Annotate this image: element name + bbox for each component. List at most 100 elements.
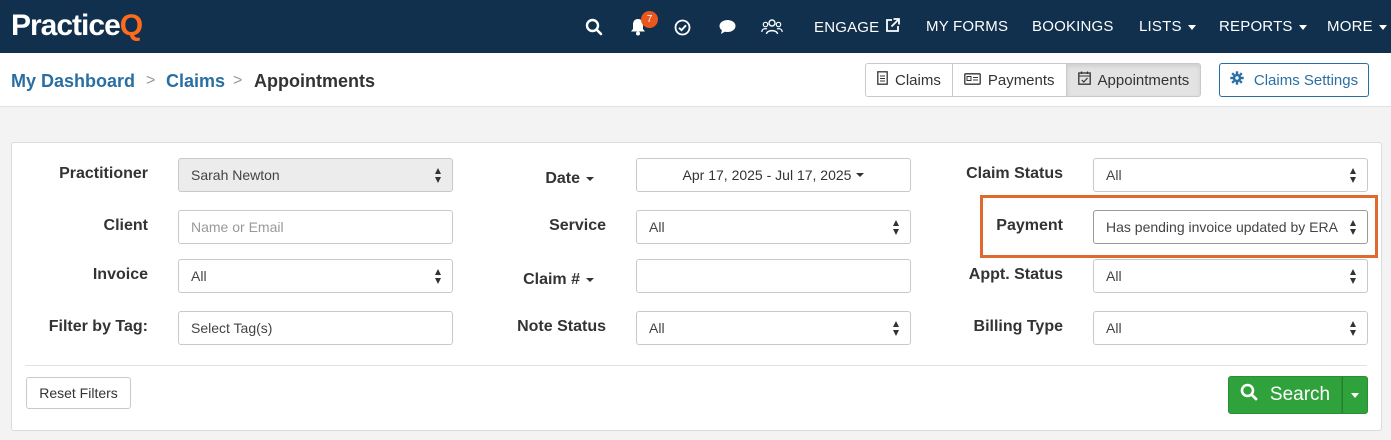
notification-badge: 7 [641, 11, 658, 28]
filter-by-tag-label: Filter by Tag: [48, 318, 148, 335]
appt-status-label: Appt. Status [968, 266, 1063, 283]
top-navbar: PracticeQ 7 ENGAGE MY FORMS BOOKINGS LIS… [0, 0, 1391, 53]
select-arrows-icon [1350, 168, 1357, 183]
tab-payments[interactable]: Payments [952, 64, 1067, 96]
select-arrows-icon [1350, 220, 1357, 235]
tab-payments-label: Payments [987, 71, 1055, 89]
billing-type-label: Billing Type [973, 318, 1063, 335]
tab-claims[interactable]: Claims [866, 64, 953, 96]
nav-engage-label: ENGAGE [814, 19, 880, 36]
invoice-label: Invoice [92, 266, 148, 283]
chevron-down-icon [1378, 25, 1387, 30]
appt-status-value: All [1106, 268, 1122, 284]
breadcrumb-claims[interactable]: Claims [166, 71, 225, 91]
date-range-value: Apr 17, 2025 - Jul 17, 2025 [682, 167, 852, 183]
nav-more-label: MORE [1327, 18, 1373, 35]
gear-icon [1230, 71, 1244, 89]
select-arrows-icon [1350, 269, 1357, 284]
select-arrows-icon [893, 220, 900, 235]
nav-lists-label: LISTS [1139, 18, 1182, 35]
invoice-value: All [191, 268, 207, 284]
service-select[interactable]: All [636, 210, 911, 244]
chat-icon[interactable] [715, 15, 739, 39]
chevron-down-icon [1351, 393, 1359, 398]
tab-claims-label: Claims [895, 71, 941, 89]
note-status-value: All [649, 320, 665, 336]
external-link-icon [885, 18, 901, 38]
practitioner-label: Practitioner [59, 165, 148, 182]
search-label: Search [1269, 384, 1331, 405]
payment-label: Payment [996, 217, 1063, 234]
search-icon [1240, 383, 1258, 407]
note-status-label: Note Status [517, 318, 606, 335]
claim-number-label-text: Claim # [523, 271, 580, 288]
search-options-toggle[interactable] [1342, 376, 1368, 414]
breadcrumb-separator: > [146, 72, 156, 89]
claim-status-label: Claim Status [966, 165, 1063, 182]
claims-settings-label: Claims Settings [1253, 71, 1359, 89]
claim-number-label[interactable]: Claim # [480, 271, 594, 289]
claims-settings-button[interactable]: Claims Settings [1219, 63, 1369, 97]
payment-card-icon [963, 72, 981, 89]
nav-my-forms-label: MY FORMS [926, 18, 1009, 35]
nav-bookings-label: BOOKINGS [1032, 18, 1114, 35]
select-arrows-icon [435, 269, 442, 284]
billing-type-select[interactable]: All [1093, 311, 1368, 345]
claim-number-input[interactable] [636, 259, 911, 293]
search-button[interactable]: Search [1228, 376, 1342, 414]
tab-appointments-label: Appointments [1097, 71, 1190, 89]
select-arrows-icon [435, 168, 442, 183]
logo-q: Q [119, 9, 143, 42]
team-icon[interactable] [760, 15, 784, 39]
appt-status-select[interactable]: All [1093, 259, 1368, 293]
view-tabs: Claims Payments Appointments [865, 63, 1202, 97]
date-label-text: Date [545, 170, 580, 187]
reset-filters-button[interactable]: Reset Filters [26, 377, 131, 409]
reset-filters-label: Reset Filters [39, 385, 118, 401]
caret-down-icon [586, 278, 594, 282]
client-placeholder: Name or Email [191, 219, 284, 235]
document-icon [877, 71, 888, 89]
practitioner-value: Sarah Newton [191, 167, 280, 183]
tag-placeholder: Select Tag(s) [191, 320, 273, 336]
payment-value: Has pending invoice updated by ERA [1106, 219, 1338, 235]
select-arrows-icon [893, 321, 900, 336]
check-circle-icon[interactable] [670, 15, 694, 39]
tab-appointments[interactable]: Appointments [1066, 64, 1201, 96]
service-value: All [649, 219, 665, 235]
claim-status-value: All [1106, 167, 1122, 183]
nav-more[interactable]: MORE [1327, 18, 1387, 36]
breadcrumb-bar: My Dashboard > Claims > Appointments Cla… [0, 53, 1391, 107]
chevron-down-icon [1298, 25, 1307, 30]
calendar-check-icon [1077, 71, 1091, 89]
select-arrows-icon [1350, 321, 1357, 336]
invoice-select[interactable]: All [178, 259, 453, 293]
search-icon[interactable] [582, 15, 606, 39]
nav-reports-label: REPORTS [1219, 18, 1293, 35]
nav-my-forms[interactable]: MY FORMS [926, 18, 1008, 36]
date-label[interactable]: Date [480, 170, 594, 188]
tag-select-input[interactable]: Select Tag(s) [178, 311, 453, 345]
date-range-picker[interactable]: Apr 17, 2025 - Jul 17, 2025 [636, 158, 911, 192]
logo-text: Practice [11, 9, 121, 42]
claim-status-select[interactable]: All [1093, 158, 1368, 192]
breadcrumb-separator: > [233, 72, 243, 89]
nav-engage[interactable]: ENGAGE [814, 18, 901, 38]
chevron-down-icon [1187, 25, 1196, 30]
breadcrumb-my-dashboard[interactable]: My Dashboard [11, 71, 135, 91]
payment-select[interactable]: Has pending invoice updated by ERA [1093, 210, 1368, 244]
billing-type-value: All [1106, 320, 1122, 336]
breadcrumb-appointments: Appointments [254, 71, 375, 91]
client-label: Client [103, 217, 148, 234]
client-input[interactable]: Name or Email [178, 210, 453, 244]
nav-reports[interactable]: REPORTS [1219, 18, 1307, 36]
practiceq-logo[interactable]: PracticeQ [11, 8, 143, 44]
nav-bookings[interactable]: BOOKINGS [1032, 18, 1114, 36]
service-label: Service [549, 217, 606, 234]
note-status-select[interactable]: All [636, 311, 911, 345]
caret-down-icon [586, 177, 594, 181]
practitioner-select[interactable]: Sarah Newton [178, 158, 453, 192]
nav-lists[interactable]: LISTS [1139, 18, 1196, 36]
panel-divider [25, 365, 1367, 366]
caret-down-icon [856, 173, 865, 177]
